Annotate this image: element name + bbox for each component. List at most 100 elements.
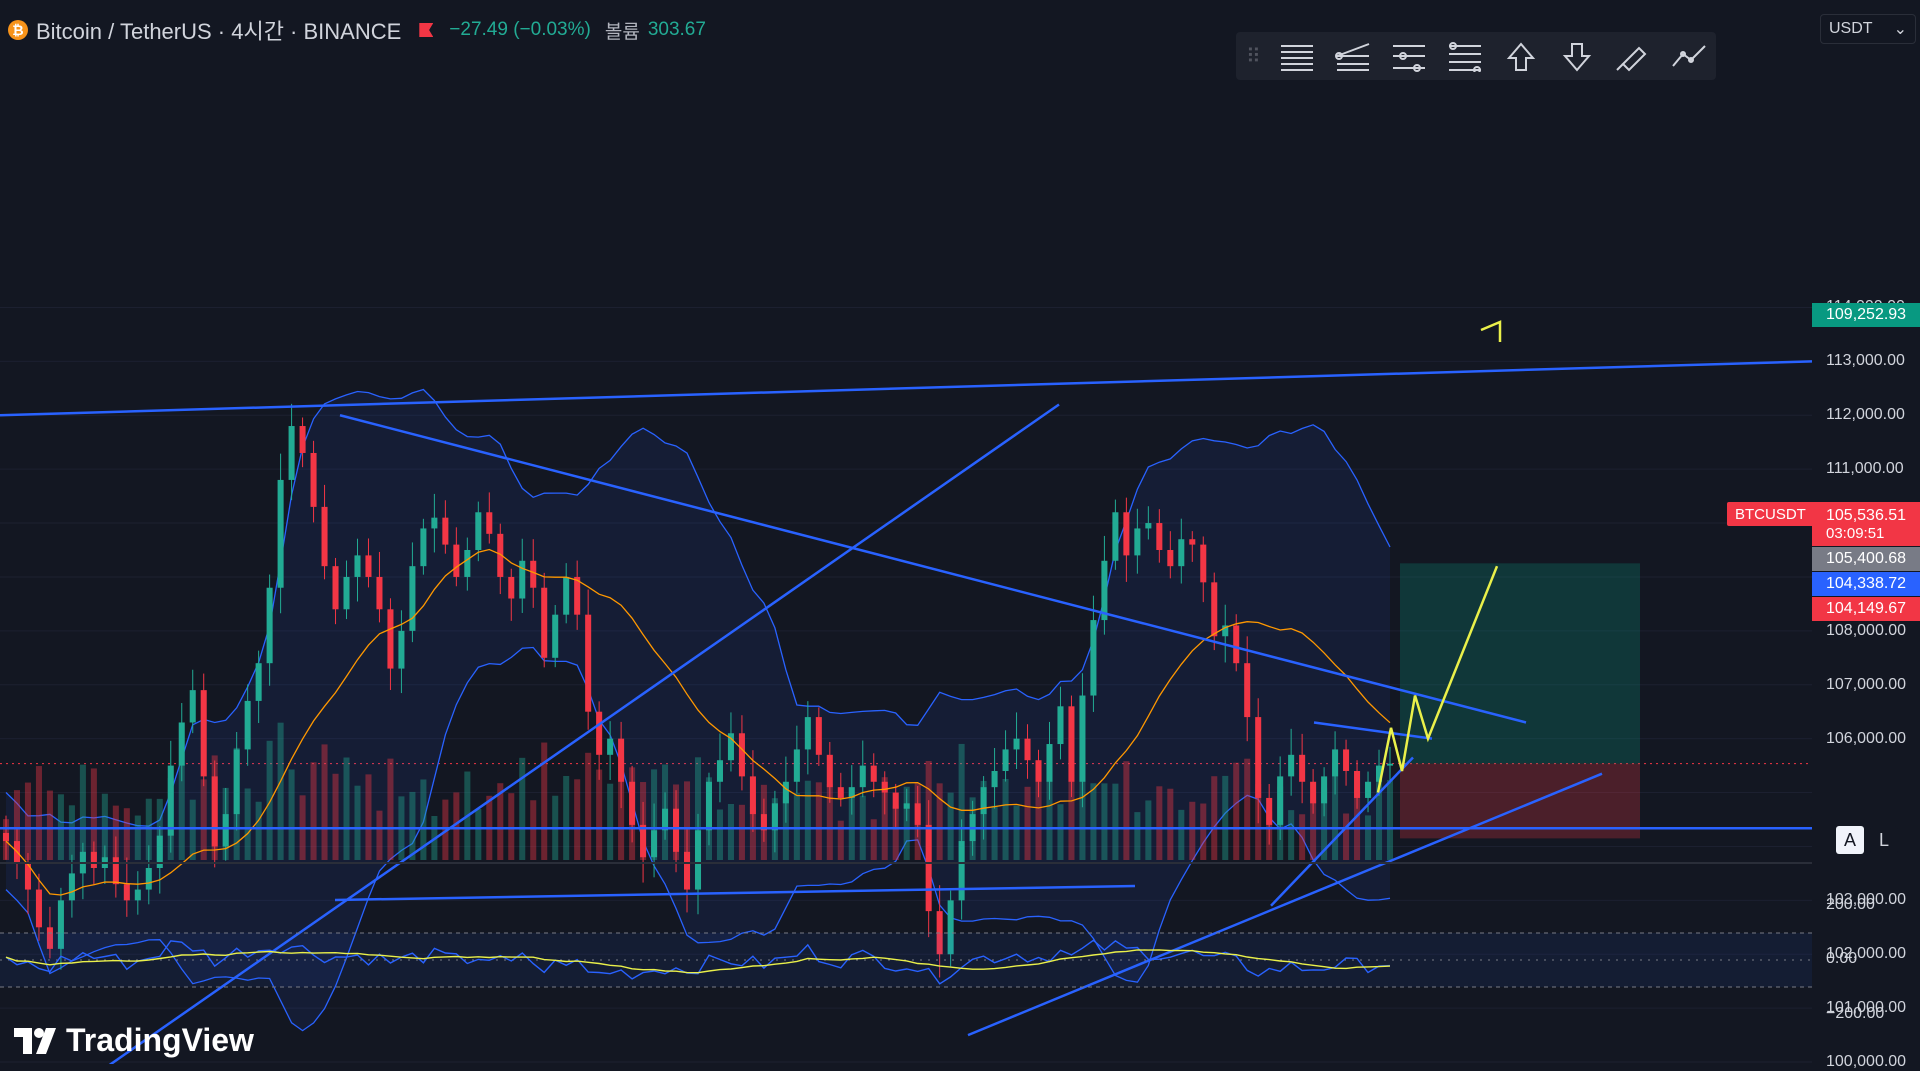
- candle-body: [705, 781, 713, 831]
- target-zone: [1400, 563, 1640, 764]
- volume-bar: [1090, 783, 1097, 860]
- candle-body: [1145, 523, 1152, 529]
- zigzag-icon[interactable]: [1668, 36, 1710, 76]
- volume-bar: [200, 779, 207, 860]
- candle-body: [815, 717, 822, 755]
- candle-body: [1233, 625, 1240, 664]
- symbol-title[interactable]: Bitcoin / TetherUS · 4시간 · BINANCE: [36, 14, 401, 46]
- volume-label: 볼륨: [604, 21, 640, 43]
- volume-bar: [387, 758, 394, 860]
- candle-body: [826, 754, 833, 788]
- candle-body: [1299, 754, 1306, 782]
- candle-body: [35, 889, 42, 928]
- arrow-up-icon[interactable]: [1500, 36, 1542, 76]
- projection-arrowhead: [1480, 320, 1502, 342]
- volume-bar: [815, 782, 822, 860]
- volume-bar: [563, 775, 570, 860]
- price-chart[interactable]: [0, 0, 1920, 1064]
- volume-bar: [1343, 813, 1350, 860]
- volume-bar: [343, 757, 350, 860]
- price-axis-label: 112,000.00: [1826, 406, 1905, 424]
- long-position-tool[interactable]: [1400, 563, 1640, 839]
- volume-bar: [46, 790, 53, 860]
- volume-bar: [68, 805, 75, 860]
- volume-bar: [321, 744, 328, 860]
- parallel-channel-icon[interactable]: [1388, 36, 1430, 76]
- auto-scale-button[interactable]: A: [1836, 826, 1864, 854]
- candle-body: [925, 824, 932, 912]
- volume-bar: [1200, 803, 1207, 860]
- volume-bar: [936, 783, 943, 860]
- ray-fan-icon[interactable]: [1332, 36, 1374, 76]
- drawing-toolbar: ⠿: [1236, 32, 1716, 80]
- volume-value: 303.67: [647, 19, 706, 40]
- volume-bar: [607, 783, 614, 860]
- candle-body: [859, 765, 866, 788]
- candle-body: [1123, 512, 1130, 556]
- volume-bar: [1112, 783, 1119, 860]
- candle-body: [585, 614, 592, 712]
- candle-body: [475, 512, 482, 550]
- candle-body: [552, 614, 559, 658]
- fib-levels-icon[interactable]: [1444, 36, 1486, 76]
- brand-name: TradingView: [66, 1022, 254, 1058]
- candle-body: [1255, 717, 1262, 798]
- candle-body: [365, 555, 372, 577]
- level-gray-tag: 105,400.68: [1812, 547, 1920, 571]
- candle-body: [1013, 738, 1020, 750]
- candle-body: [651, 830, 658, 858]
- upper-horizontal-trendline: [0, 360, 1813, 417]
- drag-handle-icon[interactable]: ⠿: [1246, 44, 1262, 69]
- currency-selector[interactable]: USDT ⌄: [1820, 14, 1916, 44]
- volume-bar: [1123, 761, 1130, 860]
- log-scale-button[interactable]: L: [1870, 826, 1898, 854]
- candle-body: [563, 576, 570, 615]
- candle-body: [409, 566, 416, 631]
- volume-bar: [189, 799, 196, 860]
- candle-body: [1167, 550, 1174, 567]
- candle-body: [1365, 781, 1372, 798]
- candle-body: [123, 884, 130, 901]
- volume-bar: [244, 788, 251, 860]
- candle-body: [1332, 749, 1339, 777]
- osc-axis-label: −200.00: [1826, 1005, 1885, 1022]
- candle-body: [332, 566, 339, 610]
- volume-bar: [596, 769, 603, 860]
- volume-bar: [310, 762, 317, 860]
- candle-body: [145, 868, 152, 890]
- volume-bar: [1178, 809, 1185, 860]
- arrow-down-icon[interactable]: [1556, 36, 1598, 76]
- price-axis-label: 106,000.00: [1826, 729, 1907, 747]
- candle-body: [1211, 582, 1218, 637]
- candle-body: [1068, 706, 1075, 782]
- candle-body: [310, 452, 317, 507]
- horizontal-lines-icon[interactable]: [1276, 36, 1318, 76]
- volume-bar: [508, 793, 515, 860]
- flag-icon[interactable]: [419, 23, 434, 37]
- candle-body: [991, 770, 998, 788]
- volume-bar: [585, 752, 592, 860]
- candle-body: [244, 700, 251, 750]
- price-axis-label: 113,000.00: [1826, 352, 1905, 370]
- tradingview-logo[interactable]: TradingView: [14, 1022, 254, 1059]
- symbol-header: ₿ Bitcoin / TetherUS · 4시간 · BINANCE −27…: [8, 14, 706, 46]
- candle-body: [1343, 749, 1350, 771]
- pane-divider[interactable]: [0, 862, 1812, 864]
- candle-body: [541, 587, 548, 658]
- volume-bar: [266, 740, 273, 860]
- volume-bar: [530, 800, 537, 860]
- volume-bar: [1244, 758, 1251, 860]
- volume-bar: [1386, 779, 1394, 860]
- candle-body: [398, 630, 405, 669]
- brush-icon[interactable]: [1612, 36, 1654, 76]
- candle-body: [431, 517, 438, 529]
- price-axis-label: 107,000.00: [1826, 675, 1907, 693]
- candle-body: [716, 760, 723, 782]
- candle-body: [1200, 544, 1207, 583]
- volume-bar: [1002, 779, 1009, 860]
- price-axis-label: 111,000.00: [1826, 460, 1904, 478]
- candle-body: [200, 690, 207, 777]
- volume-bar: [1167, 788, 1174, 860]
- candle-body: [782, 781, 789, 804]
- candle-body: [1112, 512, 1119, 561]
